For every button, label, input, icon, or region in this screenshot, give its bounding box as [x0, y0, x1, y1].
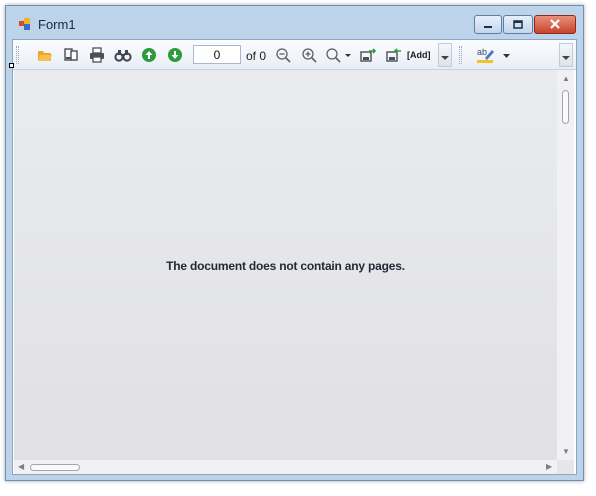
chevron-down-icon — [562, 56, 570, 60]
previous-page-button[interactable] — [139, 45, 159, 65]
highlight-icon: ab — [477, 47, 494, 63]
chevron-down-icon — [441, 56, 449, 60]
previous-page-icon — [142, 48, 156, 62]
zoom-dropdown-button[interactable] — [325, 45, 353, 65]
form-client-area: of 0 [Add] ab — [12, 39, 577, 475]
send-icon — [386, 48, 401, 62]
open-button[interactable] — [35, 45, 55, 65]
toolbar-overflow-button-2[interactable] — [559, 43, 573, 67]
find-icon — [114, 50, 132, 62]
scroll-up-arrow-icon[interactable]: ▲ — [562, 75, 570, 83]
highlight-dropdown-button[interactable] — [501, 45, 513, 65]
send-button[interactable] — [385, 45, 405, 65]
maximize-button[interactable] — [503, 15, 533, 34]
close-button[interactable] — [534, 15, 576, 34]
toolbar-grip[interactable] — [16, 46, 19, 64]
export-icon — [360, 48, 377, 62]
next-page-icon — [168, 48, 182, 62]
vertical-scrollbar[interactable]: ▲ ▼ — [557, 70, 574, 460]
close-icon — [550, 19, 560, 29]
horizontal-scrollbar[interactable]: ◀ ▶ — [14, 460, 557, 474]
next-page-button[interactable] — [165, 45, 185, 65]
document-viewer-toolbar: of 0 [Add] ab — [13, 40, 576, 70]
scroll-left-arrow-icon[interactable]: ◀ — [18, 463, 24, 471]
minimize-icon — [484, 26, 492, 28]
scroll-down-arrow-icon[interactable]: ▼ — [562, 448, 570, 456]
vertical-scroll-thumb[interactable] — [562, 90, 569, 124]
zoom-in-icon — [302, 48, 317, 63]
form-window: Form1 0 of 0 [Add] ab The document does … — [5, 5, 584, 481]
horizontal-scroll-thumb[interactable] — [30, 464, 80, 471]
svg-text:ab: ab — [477, 47, 487, 57]
app-icon — [19, 18, 30, 30]
title-bar[interactable]: Form1 — [6, 6, 583, 39]
zoom-out-button[interactable] — [273, 45, 293, 65]
document-viewport[interactable]: The document does not contain any pages. — [14, 70, 557, 460]
dropdown-arrow-icon — [503, 54, 510, 58]
add-button[interactable]: [Add] — [407, 50, 431, 60]
page-number-input[interactable] — [193, 45, 241, 64]
page-setup-icon — [64, 48, 78, 61]
print-button[interactable] — [87, 45, 107, 65]
toolbar-overflow-button[interactable] — [438, 43, 452, 67]
scrollbar-corner — [557, 460, 574, 474]
empty-document-message: The document does not contain any pages. — [166, 259, 405, 273]
zoom-out-icon — [276, 48, 291, 63]
page-setup-button[interactable] — [61, 45, 81, 65]
zoom-in-button[interactable] — [299, 45, 319, 65]
export-button[interactable] — [359, 45, 379, 65]
toolbar-grip-2[interactable] — [459, 46, 462, 64]
window-title: Form1 — [38, 17, 76, 32]
highlight-button[interactable]: ab — [475, 45, 497, 65]
find-button[interactable] — [113, 45, 133, 65]
page-count-label: of 0 — [246, 49, 267, 63]
scroll-right-arrow-icon[interactable]: ▶ — [546, 463, 552, 471]
maximize-icon — [513, 20, 523, 29]
designer-selection-handle[interactable] — [9, 63, 14, 68]
minimize-button[interactable] — [474, 15, 502, 34]
zoom-icon — [326, 48, 351, 63]
print-icon — [90, 47, 104, 63]
open-icon — [38, 51, 52, 61]
